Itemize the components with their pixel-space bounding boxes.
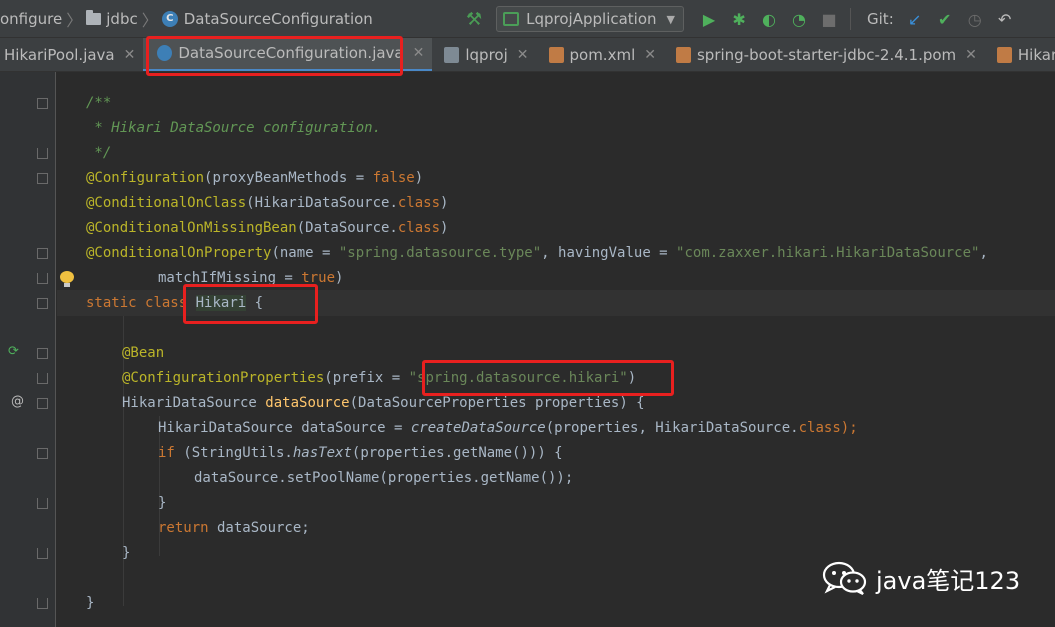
fold-marker-icon[interactable] (37, 173, 48, 184)
stop-icon[interactable]: ■ (814, 10, 844, 29)
run-toolbar: ⚒ LqprojApplication ▼ ▶ ✱ ◐ ◔ ■ Git: ↙ ✔… (466, 0, 1020, 37)
lightbulb-icon[interactable] (60, 271, 74, 287)
git-history-clock-icon[interactable]: ◷ (960, 10, 990, 29)
code-editor[interactable]: ⟳ @ /** * Hikari DataSource configuratio… (0, 72, 1055, 627)
fold-end-marker-icon[interactable] (37, 498, 48, 509)
fold-marker-icon[interactable] (37, 448, 48, 459)
build-hammer-icon[interactable]: ⚒ (466, 9, 482, 30)
red-highlight-box-tab (146, 36, 403, 76)
code-line: @ConditionalOnProperty(name = "spring.da… (86, 245, 988, 261)
git-label: Git: (867, 10, 894, 28)
fold-marker-icon[interactable] (37, 348, 48, 359)
close-icon[interactable]: ✕ (965, 47, 977, 63)
fold-end-marker-icon[interactable] (37, 373, 48, 384)
code-line: * Hikari DataSource configuration. (86, 120, 382, 136)
breadcrumb-item-datasourceconfiguration[interactable]: DataSourceConfiguration (184, 10, 373, 28)
rollback-undo-icon[interactable]: ↶ (990, 10, 1020, 29)
wechat-logo-icon (822, 560, 868, 596)
fold-end-marker-icon[interactable] (37, 548, 48, 559)
xml-file-icon (548, 46, 564, 63)
close-icon[interactable]: ✕ (517, 47, 529, 63)
code-line: /** (86, 95, 112, 111)
tab-label: spring-boot-starter-jdbc-2.4.1.pom (696, 45, 957, 64)
xml-file-icon (675, 46, 691, 63)
code-line: @ConditionalOnMissingBean(DataSource.cla… (86, 220, 449, 236)
run-icon[interactable]: ▶ (694, 10, 724, 29)
close-icon[interactable]: ✕ (413, 45, 425, 61)
coverage-icon[interactable]: ◐ (754, 10, 784, 29)
fold-marker-icon[interactable] (37, 298, 48, 309)
code-line: return dataSource; (158, 520, 310, 536)
tab-starter-jdbc-pom[interactable]: spring-boot-starter-jdbc-2.4.1.pom ✕ (664, 38, 985, 71)
run-configuration-select[interactable]: LqprojApplication ▼ (496, 6, 685, 32)
fold-marker-icon[interactable] (37, 248, 48, 259)
code-line: @Configuration(proxyBeanMethods = false) (86, 170, 424, 186)
breadcrumb-item-jdbc[interactable]: jdbc (106, 10, 137, 28)
fold-end-marker-icon[interactable] (37, 148, 48, 159)
fold-end-marker-icon[interactable] (37, 273, 48, 284)
tab-label: HikariC (1017, 45, 1055, 64)
code-line: } (86, 595, 95, 611)
code-line: if (StringUtils.hasText(properties.getNa… (158, 445, 563, 461)
run-configuration-label: LqprojApplication (526, 10, 657, 28)
module-icon (444, 46, 460, 63)
breadcrumb-separator-icon: 〉 (141, 10, 158, 30)
breadcrumb: onfigure 〉 jdbc 〉 C DataSourceConfigurat… (0, 7, 373, 31)
fold-marker-icon[interactable] (37, 398, 48, 409)
tab-pom-xml[interactable]: pom.xml ✕ (537, 38, 664, 71)
tab-hikaric[interactable]: HikariC (985, 38, 1055, 71)
code-content: /** * Hikari DataSource configuration. *… (0, 72, 988, 611)
xml-file-icon (996, 46, 1012, 63)
git-update-arrow-icon[interactable]: ↙ (900, 10, 930, 29)
close-icon[interactable]: ✕ (124, 47, 136, 63)
navigation-toolbar: onfigure 〉 jdbc 〉 C DataSourceConfigurat… (0, 0, 1055, 38)
code-line: dataSource.setPoolName(properties.getNam… (194, 470, 574, 486)
fold-end-marker-icon[interactable] (37, 598, 48, 609)
tab-label: lqproj (465, 45, 508, 64)
code-line: } (122, 545, 131, 561)
watermark-text: java笔记123 (876, 566, 1021, 595)
red-highlight-box-prefix (422, 360, 674, 396)
code-line: @Bean (122, 345, 165, 361)
red-highlight-box-class-name (183, 284, 318, 324)
close-icon[interactable]: ✕ (644, 47, 656, 63)
code-line: */ (86, 145, 112, 161)
tab-hikaripool[interactable]: HikariPool.java ✕ (0, 38, 143, 71)
chevron-down-icon: ▼ (666, 12, 676, 26)
debug-bug-icon[interactable]: ✱ (724, 10, 754, 29)
spring-boot-icon (503, 12, 520, 26)
tab-label: HikariPool.java (4, 45, 115, 64)
java-class-icon: C (161, 10, 178, 27)
git-commit-check-icon[interactable]: ✔ (930, 10, 960, 29)
folder-icon (86, 9, 102, 25)
tab-label: pom.xml (569, 45, 636, 64)
breadcrumb-item-configure[interactable]: onfigure (0, 10, 62, 28)
code-line: @ConditionalOnClass(HikariDataSource.cla… (86, 195, 449, 211)
code-line: } (158, 495, 167, 511)
breadcrumb-separator-icon: 〉 (66, 10, 83, 30)
toolbar-divider (850, 8, 852, 30)
tab-lqproj[interactable]: lqproj ✕ (432, 38, 536, 71)
code-line: HikariDataSource dataSource = createData… (158, 420, 858, 436)
fold-marker-icon[interactable] (37, 98, 48, 109)
wechat-watermark: java笔记123 (822, 558, 1020, 598)
profile-icon[interactable]: ◔ (784, 10, 814, 29)
